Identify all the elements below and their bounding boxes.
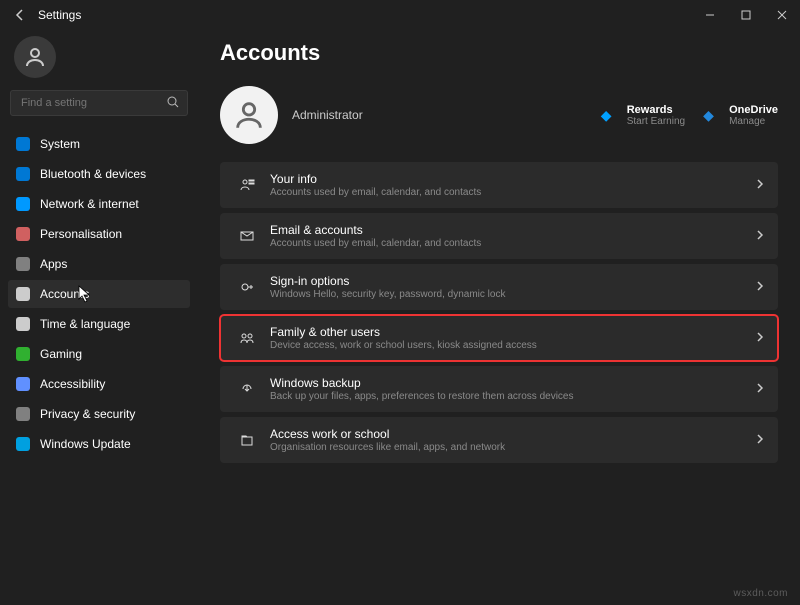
sidebar-item-accounts[interactable]: Accounts (8, 280, 190, 308)
card-title: Family & other users (270, 325, 537, 339)
promo-onedrive[interactable]: ◆ OneDriveManage (703, 104, 778, 127)
sidebar-item-bluetooth-devices[interactable]: Bluetooth & devices (8, 160, 190, 188)
sidebar-item-label: Windows Update (40, 437, 131, 451)
maximize-icon (741, 10, 751, 20)
card-sub: Windows Hello, security key, password, d… (270, 289, 505, 300)
chevron-right-icon (756, 229, 764, 243)
promo-title: OneDrive (729, 104, 778, 116)
nav-icon (16, 137, 30, 151)
sidebar-item-system[interactable]: System (8, 130, 190, 158)
card-sub: Accounts used by email, calendar, and co… (270, 187, 481, 198)
back-button[interactable] (10, 9, 30, 21)
card-icon (234, 432, 260, 448)
user-avatar[interactable] (14, 36, 56, 78)
sidebar-item-apps[interactable]: Apps (8, 250, 190, 278)
sidebar-item-time-language[interactable]: Time & language (8, 310, 190, 338)
close-button[interactable] (764, 0, 800, 30)
person-icon (232, 98, 266, 132)
sidebar-item-accessibility[interactable]: Accessibility (8, 370, 190, 398)
titlebar: Settings (0, 0, 800, 30)
card-your-info[interactable]: Your infoAccounts used by email, calenda… (220, 162, 778, 208)
minimize-button[interactable] (692, 0, 728, 30)
nav-icon (16, 167, 30, 181)
search-box[interactable] (10, 90, 188, 116)
sidebar-item-windows-update[interactable]: Windows Update (8, 430, 190, 458)
arrow-left-icon (14, 9, 26, 21)
card-access-work-or-school[interactable]: Access work or schoolOrganisation resour… (220, 417, 778, 463)
card-title: Windows backup (270, 376, 573, 390)
profile-row: Administrator ◆ RewardsStart Earning ◆ OneD… (220, 86, 778, 144)
sidebar-item-label: Privacy & security (40, 407, 135, 421)
cards-list: Your infoAccounts used by email, calenda… (220, 162, 778, 463)
card-sub: Device access, work or school users, kio… (270, 340, 537, 351)
promo-rewards[interactable]: ◆ RewardsStart Earning (601, 104, 685, 127)
sidebar-item-label: Network & internet (40, 197, 139, 211)
nav-icon (16, 227, 30, 241)
card-sub: Back up your files, apps, preferences to… (270, 391, 573, 402)
sidebar-item-label: Bluetooth & devices (40, 167, 146, 181)
search-input[interactable] (19, 96, 167, 110)
sidebar-item-label: Gaming (40, 347, 82, 361)
nav-icon (16, 287, 30, 301)
promo-sub: Manage (729, 116, 778, 127)
nav-icon (16, 257, 30, 271)
card-icon (234, 177, 260, 193)
nav-icon (16, 317, 30, 331)
nav-icon (16, 437, 30, 451)
promo-icon: ◆ (703, 107, 723, 124)
sidebar-item-label: System (40, 137, 80, 151)
sidebar-item-label: Apps (40, 257, 67, 271)
sidebar-item-network-internet[interactable]: Network & internet (8, 190, 190, 218)
search-icon (167, 96, 179, 111)
card-title: Sign-in options (270, 274, 505, 288)
chevron-right-icon (756, 331, 764, 345)
person-icon (23, 45, 47, 69)
promo-title: Rewards (627, 104, 685, 116)
nav-icon (16, 347, 30, 361)
card-icon (234, 279, 260, 295)
watermark: wsxdn.com (733, 588, 788, 599)
page-heading: Accounts (220, 40, 778, 66)
sidebar-item-privacy-security[interactable]: Privacy & security (8, 400, 190, 428)
nav-icon (16, 407, 30, 421)
card-sub: Organisation resources like email, apps,… (270, 442, 505, 453)
card-title: Your info (270, 172, 481, 186)
minimize-icon (705, 10, 715, 20)
sidebar-item-label: Personalisation (40, 227, 122, 241)
sidebar-item-label: Accounts (40, 287, 89, 301)
chevron-right-icon (756, 178, 764, 192)
chevron-right-icon (756, 433, 764, 447)
chevron-right-icon (756, 382, 764, 396)
sidebar-item-gaming[interactable]: Gaming (8, 340, 190, 368)
card-family-other-users[interactable]: Family & other usersDevice access, work … (220, 315, 778, 361)
sidebar-item-personalisation[interactable]: Personalisation (8, 220, 190, 248)
promo-icon: ◆ (601, 107, 621, 124)
sidebar-item-label: Accessibility (40, 377, 105, 391)
card-icon (234, 330, 260, 346)
card-title: Email & accounts (270, 223, 481, 237)
nav-icon (16, 197, 30, 211)
card-icon (234, 381, 260, 397)
nav-icon (16, 377, 30, 391)
card-sign-in-options[interactable]: Sign-in optionsWindows Hello, security k… (220, 264, 778, 310)
promo-sub: Start Earning (627, 116, 685, 127)
sidebar: System Bluetooth & devices Network & inter… (0, 30, 198, 605)
card-windows-backup[interactable]: Windows backupBack up your files, apps, … (220, 366, 778, 412)
card-title: Access work or school (270, 427, 505, 441)
profile-name: Administrator (292, 108, 363, 122)
card-email-accounts[interactable]: Email & accountsAccounts used by email, … (220, 213, 778, 259)
nav-list: System Bluetooth & devices Network & inter… (8, 130, 190, 458)
maximize-button[interactable] (728, 0, 764, 30)
close-icon (777, 10, 787, 20)
window-title: Settings (38, 8, 81, 22)
card-icon (234, 228, 260, 244)
card-sub: Accounts used by email, calendar, and co… (270, 238, 481, 249)
profile-avatar[interactable] (220, 86, 278, 144)
sidebar-item-label: Time & language (40, 317, 130, 331)
main-content: Accounts Administrator ◆ RewardsStart Ear… (198, 30, 800, 605)
chevron-right-icon (756, 280, 764, 294)
